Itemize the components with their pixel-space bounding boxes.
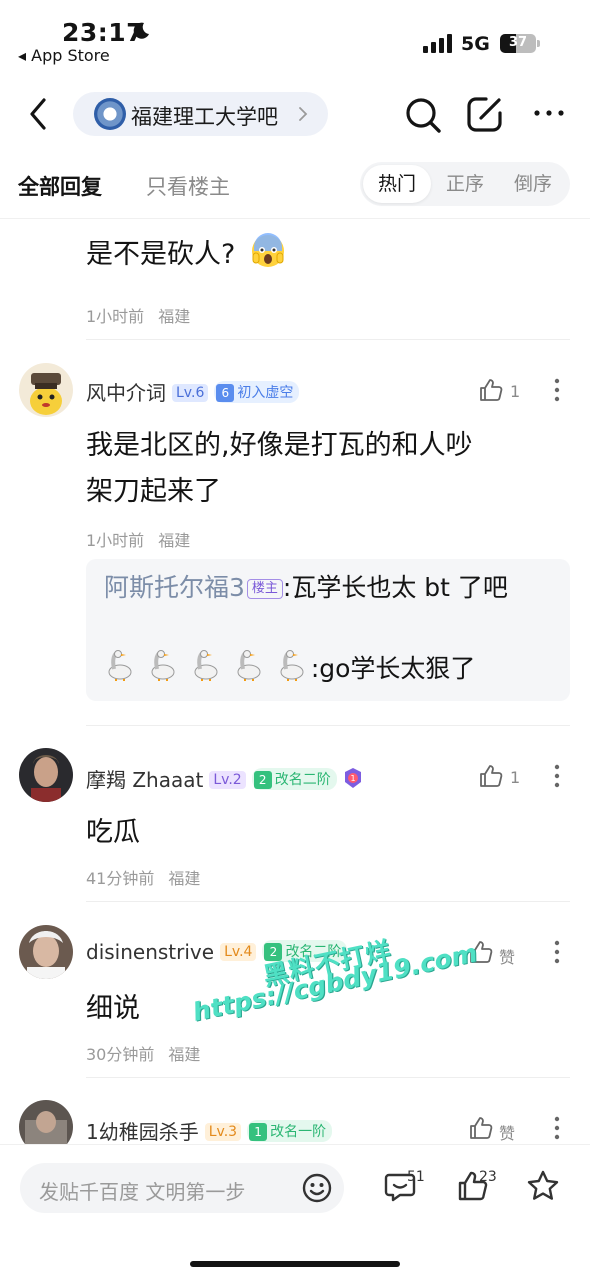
level-badge: Lv.3 xyxy=(204,1123,242,1141)
goose-emoji-icons xyxy=(104,649,311,693)
comment-location: 福建 xyxy=(158,307,191,326)
comment-time: 1小时前 xyxy=(86,531,145,550)
status-bar: 23:17 ◂ App Store 5G 37 xyxy=(0,0,590,80)
sub-reply-text: :瓦学长也太 bt 了吧 xyxy=(282,573,508,602)
username-row: 风中介词 Lv.6 6 初入虚空 xyxy=(86,377,300,406)
reply-input[interactable]: 发贴千百度 文明第一步 xyxy=(20,1163,344,1213)
signal-icon xyxy=(423,34,452,53)
avatar[interactable] xyxy=(19,1100,73,1144)
username[interactable]: 1幼稚园杀手 xyxy=(86,1120,199,1144)
comment-more-icon[interactable] xyxy=(553,1115,561,1141)
username[interactable]: disinenstrive xyxy=(86,940,214,964)
comment-text: 是不是砍人? xyxy=(86,232,286,278)
sort-hot[interactable]: 热门 xyxy=(363,165,431,203)
op-tag: 楼主 xyxy=(246,579,283,599)
badge-gem-icon: 6 xyxy=(216,384,235,402)
sort-descending[interactable]: 倒序 xyxy=(499,162,567,206)
level-badge: Lv.4 xyxy=(220,943,257,961)
username-row: 1幼稚园杀手 Lv.3 1 改名一阶 xyxy=(86,1116,333,1144)
comment-text: 我是北区的,好像是打瓦的和人吵 架刀起来了 xyxy=(86,430,473,507)
divider xyxy=(86,901,570,902)
comment-location: 福建 xyxy=(158,531,191,550)
star-favorite-icon[interactable] xyxy=(526,1169,560,1203)
badge-gem-icon: 1 xyxy=(249,1123,268,1141)
moon-icon xyxy=(133,22,149,39)
comment-meta: 30分钟前 福建 xyxy=(86,1041,200,1065)
svg-text:1: 1 xyxy=(350,774,355,783)
comment-time: 30分钟前 xyxy=(86,1045,155,1064)
thumbs-up-icon[interactable] xyxy=(478,763,504,789)
sub-reply-user[interactable]: 阿斯托尔福3 xyxy=(104,573,245,602)
forum-name: 福建理工大学吧 xyxy=(131,105,278,129)
level-badge: Lv.2 xyxy=(209,771,246,789)
title-badge: 1 改名一阶 xyxy=(247,1120,333,1142)
forum-logo-icon xyxy=(94,98,126,130)
scared-face-icon xyxy=(251,233,284,267)
home-indicator xyxy=(190,1261,400,1267)
sub-replies[interactable]: 阿斯托尔福3 楼主:瓦学长也太 bt 了吧 :go学长太狠了 xyxy=(86,559,570,701)
comment-more-icon[interactable] xyxy=(553,763,561,789)
like-count: 1 xyxy=(510,382,521,401)
divider xyxy=(86,1077,570,1078)
sub-reply: 阿斯托尔福3 楼主:瓦学长也太 bt 了吧 xyxy=(104,569,544,607)
divider xyxy=(86,725,570,726)
username[interactable]: 风中介词 xyxy=(86,381,166,405)
comment-count: 51 xyxy=(407,1169,425,1185)
comment-meta: 1小时前 福建 xyxy=(86,527,190,551)
avatar[interactable] xyxy=(19,925,73,979)
comment-text: 吃瓜 xyxy=(86,817,140,848)
avatar[interactable] xyxy=(19,748,73,802)
badge-gem-icon: 2 xyxy=(253,771,272,789)
like-count: 赞 xyxy=(499,948,516,967)
like-count: 23 xyxy=(479,1169,497,1185)
tab-op-only[interactable]: 只看楼主 xyxy=(146,171,230,201)
reply-tabs: 全部回复 只看楼主 热门 正序 倒序 xyxy=(0,158,590,210)
title-badge: 6 初入虚空 xyxy=(214,381,300,403)
sub-reply: :go学长太狠了 xyxy=(104,649,564,693)
chevron-right-icon xyxy=(299,107,308,121)
title-badge: 2 改名二阶 xyxy=(251,768,337,790)
battery-level: 37 xyxy=(508,35,528,50)
comment-meta: 41分钟前 福建 xyxy=(86,865,200,889)
top-nav: 福建理工大学吧 xyxy=(0,84,590,146)
thumbs-up-icon[interactable] xyxy=(468,1115,494,1141)
more-options-icon[interactable] xyxy=(532,106,566,120)
sub-reply-text: :go学长太狠了 xyxy=(310,654,476,683)
reply-input-placeholder: 发贴千百度 文明第一步 xyxy=(39,1180,246,1204)
comment-time: 41分钟前 xyxy=(86,869,155,888)
like-count: 1 xyxy=(510,768,521,787)
comment-text: 细说 xyxy=(86,993,140,1024)
back-arrow-icon[interactable] xyxy=(24,94,54,134)
forum-entry-button[interactable]: 福建理工大学吧 xyxy=(73,92,328,136)
comment-meta: 1小时前 福建 xyxy=(86,303,190,327)
like-count: 赞 xyxy=(499,1124,516,1143)
sort-toggle: 热门 正序 倒序 xyxy=(360,162,570,206)
medal-icon: 1 xyxy=(344,768,361,788)
thumbs-up-icon[interactable] xyxy=(478,377,504,403)
back-to-app-link[interactable]: ◂ App Store xyxy=(18,46,110,65)
search-icon[interactable] xyxy=(404,96,442,134)
bottom-action-bar: 发贴千百度 文明第一步 51 23 xyxy=(0,1144,590,1280)
level-badge: Lv.6 xyxy=(172,384,209,402)
username-row: 摩羯 Zhaaat Lv.2 2 改名二阶 1 xyxy=(86,764,363,793)
divider xyxy=(86,339,570,340)
comment-more-icon[interactable] xyxy=(553,939,561,965)
sort-ascending[interactable]: 正序 xyxy=(431,162,499,206)
emoji-icon[interactable] xyxy=(301,1172,333,1204)
compose-post-icon[interactable] xyxy=(466,95,504,133)
comment-location: 福建 xyxy=(168,869,201,888)
username[interactable]: 摩羯 Zhaaat xyxy=(86,768,203,792)
comment-location: 福建 xyxy=(168,1045,201,1064)
avatar[interactable] xyxy=(19,363,73,417)
comment-time: 1小时前 xyxy=(86,307,145,326)
network-type: 5G xyxy=(461,33,490,55)
tab-all-replies[interactable]: 全部回复 xyxy=(18,171,102,201)
battery-icon: 37 xyxy=(500,34,540,53)
comment-more-icon[interactable] xyxy=(553,377,561,403)
